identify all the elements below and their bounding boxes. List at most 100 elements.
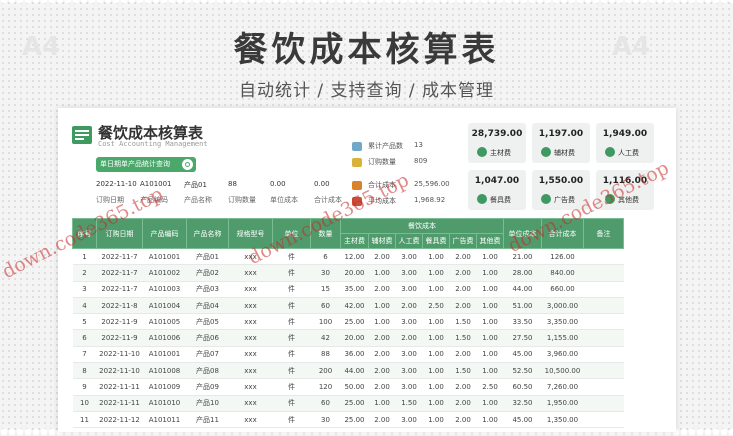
table-cell: xxx xyxy=(228,281,273,298)
header-cell: 产品编码 xyxy=(142,218,187,249)
card-value: 1,047.00 xyxy=(474,176,520,186)
coin-icon xyxy=(477,147,487,157)
table-cell: 1.00 xyxy=(368,395,396,412)
table-row: 3 2022-11-7 A101003 产品03 xxx 件 15 35.00 2.00 3.00… xyxy=(72,281,624,298)
table-cell: 2.50 xyxy=(476,378,504,396)
table-row: 4 2022-11-8 A101004 产品04 xxx 件 60 42.00 1.00 2.00… xyxy=(72,297,624,315)
table-cell: 1.50 xyxy=(449,362,477,380)
table-cell: 35.00 xyxy=(340,281,369,298)
card-label: 主材费 xyxy=(490,149,511,157)
table-row: 10 2022-11-11 A101010 产品10 xxx 件 60 25.00 1.00 1.… xyxy=(72,395,624,412)
subheader-cell: 其他费 xyxy=(476,233,504,249)
table-cell: 件 xyxy=(272,378,311,396)
table-cell: 2.00 xyxy=(449,378,477,396)
table-cell: xxx xyxy=(228,329,273,347)
table-cell: A101004 xyxy=(142,297,187,315)
cost-card-main-material: 28,739.00 主材费 xyxy=(468,123,526,163)
query-total-cost-value: 0.00 xyxy=(314,180,330,188)
table-cell: 15 xyxy=(310,281,341,298)
table-cell xyxy=(583,362,624,380)
table-cell: 2022-11-11 xyxy=(96,395,143,412)
header-cell-group: 餐饮成本 xyxy=(340,218,504,234)
table-cell: 2022-11-9 xyxy=(96,329,143,347)
table-cell: 42 xyxy=(310,329,341,347)
table-cell: A101006 xyxy=(142,329,187,347)
table-cell: 1.00 xyxy=(368,297,396,315)
table-cell: 3.00 xyxy=(395,264,423,282)
card-value: 1,197.00 xyxy=(538,129,584,139)
table-cell: 6 xyxy=(72,329,97,347)
table-cell: 2022-11-11 xyxy=(96,378,143,396)
table-cell: 10 xyxy=(72,395,97,412)
table-cell: 1.00 xyxy=(422,346,450,364)
table-cell: 2.00 xyxy=(368,248,396,266)
table-cell: 2.00 xyxy=(368,362,396,380)
table-cell: 产品07 xyxy=(186,346,229,364)
table-cell: 2.00 xyxy=(449,281,477,298)
table-cell: 1.00 xyxy=(422,281,450,298)
table-row: 5 2022-11-9 A101005 产品05 xxx 件 100 25.00 1.00 3.0… xyxy=(72,313,624,331)
table-cell: 88 xyxy=(310,346,341,364)
table-cell: 3,350.00 xyxy=(541,313,584,331)
table-cell: 20.00 xyxy=(340,264,369,282)
table-cell: xxx xyxy=(228,313,273,331)
table-cell: 2022-11-12 xyxy=(96,411,143,429)
table-cell: 1.00 xyxy=(422,329,450,347)
table-cell: 3.00 xyxy=(395,281,423,298)
table-cell: A101009 xyxy=(142,378,187,396)
table-cell: 60 xyxy=(310,395,341,412)
table-cell: xxx xyxy=(228,297,273,315)
table-cell: 2022-11-7 xyxy=(96,264,143,282)
table-cell: 1.50 xyxy=(395,395,423,412)
table-row: 7 2022-11-10 A101001 产品07 xxx 件 88 36.00 2.00 3.0… xyxy=(72,346,624,364)
table-cell xyxy=(583,411,624,429)
table-cell: 120 xyxy=(310,378,341,396)
query-unit-cost-value: 0.00 xyxy=(270,180,286,188)
table-cell xyxy=(583,264,624,282)
subheader-cell: 餐具费 xyxy=(422,233,450,249)
table-row: 1 2022-11-7 A101001 产品01 xxx 件 6 12.00 2.00 3.00 1… xyxy=(72,248,624,266)
table-cell: 件 xyxy=(272,362,311,380)
spreadsheet-preview: 餐饮成本核算表 Cost Accounting Management 单日期单产… xyxy=(58,108,676,432)
card-value: 1,550.00 xyxy=(538,176,584,186)
table-cell: 3,960.00 xyxy=(541,346,584,364)
query-product-value: 产品01 xyxy=(184,181,207,189)
table-cell: 产品08 xyxy=(186,362,229,380)
card-label: 辅材费 xyxy=(554,149,575,157)
subheader-cell: 辅材费 xyxy=(368,233,396,249)
table-cell: 1.00 xyxy=(476,329,504,347)
table-cell: 25.00 xyxy=(340,411,369,429)
table-cell: 1.00 xyxy=(476,297,504,315)
table-cell: 2022-11-9 xyxy=(96,313,143,331)
table-cell: 3.00 xyxy=(395,346,423,364)
table-cell: A101005 xyxy=(142,313,187,331)
table-cell: 27.50 xyxy=(503,329,542,347)
table-row: 11 2022-11-12 A101011 产品11 xxx 件 30 25.00 2.00 3.… xyxy=(72,411,624,429)
table-cell: 2022-11-10 xyxy=(96,362,143,380)
query-date-value[interactable]: 2022-11-10 xyxy=(96,180,137,188)
table-row: 9 2022-11-11 A101009 产品09 xxx 件 120 50.00 2.00 3.… xyxy=(72,378,624,396)
table-cell: A101002 xyxy=(142,264,187,282)
coin-icon xyxy=(605,147,615,157)
table-cell: 45.00 xyxy=(503,346,542,364)
table-cell: 3.00 xyxy=(395,411,423,429)
table-cell: 2.00 xyxy=(368,346,396,364)
table-cell: 51.00 xyxy=(503,297,542,315)
table-cell: 件 xyxy=(272,281,311,298)
stat-value: 13 xyxy=(414,141,423,149)
table-cell: 30 xyxy=(310,264,341,282)
stat-value: 809 xyxy=(414,157,428,165)
header-cell: 产品名称 xyxy=(186,218,229,249)
table-cell xyxy=(583,248,624,266)
table-cell: 1.00 xyxy=(476,313,504,331)
query-label: 产品名称 xyxy=(184,196,212,204)
stat-product-count: 累计产品数 13 xyxy=(352,141,423,151)
table-cell: 产品06 xyxy=(186,329,229,347)
table-cell: 2.00 xyxy=(395,297,423,315)
table-cell: xxx xyxy=(228,378,273,396)
table-cell: 产品09 xyxy=(186,378,229,396)
table-cell: 60 xyxy=(310,297,341,315)
table-cell: 1,155.00 xyxy=(541,329,584,347)
table-cell: 25.00 xyxy=(340,395,369,412)
query-filter-button[interactable]: 单日期单产品统计查询 xyxy=(96,157,196,172)
